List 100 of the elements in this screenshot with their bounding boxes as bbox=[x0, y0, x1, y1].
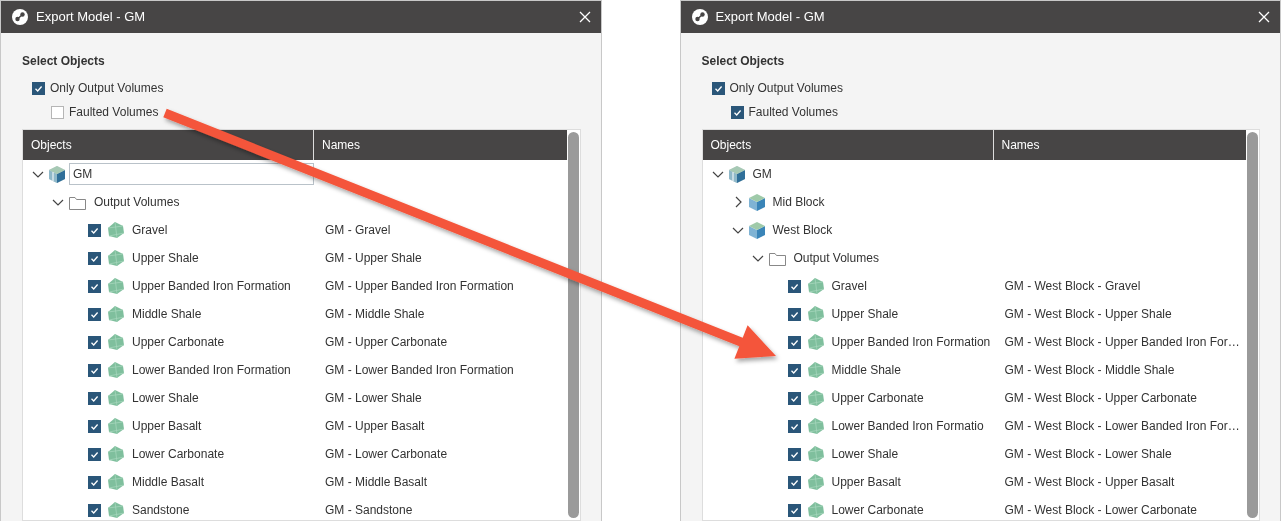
tree-item[interactable]: GM bbox=[69, 163, 314, 185]
volume-icon bbox=[107, 501, 125, 519]
tree-item[interactable]: Mid Block bbox=[768, 191, 829, 213]
tree-item[interactable]: Lower Shale bbox=[827, 443, 903, 465]
tree-item[interactable]: Upper Basalt bbox=[128, 415, 206, 437]
name-cell-text: GM - Upper Banded Iron Formation bbox=[324, 278, 514, 295]
checkbox[interactable] bbox=[88, 279, 101, 293]
tree-item[interactable]: GM bbox=[748, 163, 776, 185]
name-cell-text: GM - Upper Basalt bbox=[324, 418, 425, 435]
tree-item[interactable]: Middle Basalt bbox=[128, 471, 209, 493]
checkbox[interactable] bbox=[787, 307, 801, 321]
checkbox[interactable] bbox=[787, 335, 801, 349]
volume-icon bbox=[107, 277, 125, 295]
volume-icon bbox=[107, 389, 125, 407]
tree-item[interactable]: Upper Carbonate bbox=[827, 387, 928, 409]
tree-item[interactable]: Upper Banded Iron Formation bbox=[827, 331, 995, 353]
checkbox[interactable] bbox=[88, 419, 101, 433]
tree-item[interactable]: Upper Banded Iron Formation bbox=[128, 275, 295, 297]
volume-icon bbox=[806, 473, 825, 491]
checkbox[interactable] bbox=[711, 81, 725, 95]
name-cell-text: GM - West Block - Gravel bbox=[1003, 278, 1141, 295]
checkbox[interactable] bbox=[88, 447, 101, 461]
tree-item[interactable]: Middle Shale bbox=[827, 359, 905, 381]
column-header[interactable]: Names bbox=[993, 130, 1040, 160]
name-cell-text: GM - Middle Shale bbox=[324, 306, 425, 323]
model-icon bbox=[727, 164, 746, 184]
volume-icon bbox=[806, 389, 825, 407]
checkbox[interactable] bbox=[88, 391, 101, 405]
tree-item[interactable]: Output Volumes bbox=[789, 247, 883, 269]
close-icon[interactable] bbox=[578, 11, 591, 23]
tree-item[interactable]: Lower Shale bbox=[128, 387, 203, 409]
checkbox[interactable] bbox=[51, 105, 64, 119]
name-cell-text: GM - Middle Basalt bbox=[324, 474, 428, 491]
tree-item[interactable]: Output Volumes bbox=[90, 191, 184, 213]
checkbox-label: Only Output Volumes bbox=[50, 80, 164, 97]
volume-icon bbox=[107, 305, 125, 323]
checkbox[interactable] bbox=[32, 81, 45, 95]
name-cell-text: GM - Lower Carbonate bbox=[324, 446, 448, 463]
tree-item[interactable]: Upper Basalt bbox=[827, 471, 905, 493]
checkbox-label: Faulted Volumes bbox=[69, 104, 159, 121]
checkbox[interactable] bbox=[787, 447, 801, 461]
checkbox[interactable] bbox=[88, 251, 101, 265]
name-cell-text: GM - West Block - Lower Carbonate bbox=[1003, 502, 1197, 519]
volume-icon bbox=[806, 333, 825, 351]
name-cell-text: GM - Sandstone bbox=[324, 502, 413, 519]
name-cell-text: GM - West Block - Upper Banded Iron For… bbox=[1003, 334, 1240, 351]
name-cell-text: GM - West Block - Upper Carbonate bbox=[1003, 390, 1197, 407]
checkbox[interactable] bbox=[730, 105, 744, 119]
volume-icon bbox=[107, 417, 125, 435]
volume-icon bbox=[806, 361, 825, 379]
name-cell-text: GM - Lower Shale bbox=[324, 390, 422, 407]
tree-item[interactable]: Upper Carbonate bbox=[128, 331, 229, 353]
scrollbar[interactable] bbox=[1246, 130, 1259, 520]
model-icon bbox=[48, 164, 66, 184]
checkbox[interactable] bbox=[787, 475, 801, 489]
checkbox[interactable] bbox=[88, 335, 101, 349]
scrollbar[interactable] bbox=[566, 130, 580, 520]
tree-item[interactable]: Gravel bbox=[827, 275, 871, 297]
tree-item[interactable]: Upper Shale bbox=[827, 303, 903, 325]
volume-icon bbox=[806, 501, 825, 519]
checkbox[interactable] bbox=[787, 391, 801, 405]
tree-item[interactable]: Gravel bbox=[128, 219, 172, 241]
volume-icon bbox=[107, 445, 125, 463]
checkbox[interactable] bbox=[787, 503, 801, 517]
tree-item[interactable]: Middle Shale bbox=[128, 303, 206, 325]
name-cell-text: GM - West Block - Lower Banded Iron For… bbox=[1003, 418, 1240, 435]
tree-item[interactable]: West Block bbox=[768, 219, 837, 241]
checkbox[interactable] bbox=[787, 419, 801, 433]
checkbox-label: Faulted Volumes bbox=[748, 104, 838, 121]
checkbox[interactable] bbox=[88, 223, 101, 237]
name-cell-text: GM - Upper Carbonate bbox=[324, 334, 448, 351]
volume-icon bbox=[806, 417, 825, 435]
tree-item[interactable]: Lower Banded Iron Formation bbox=[128, 359, 295, 381]
close-icon[interactable] bbox=[1258, 11, 1270, 23]
checkbox[interactable] bbox=[787, 279, 801, 293]
checkbox[interactable] bbox=[88, 307, 101, 321]
name-cell-text: GM - Lower Banded Iron Formation bbox=[324, 362, 514, 379]
checkbox-label: Only Output Volumes bbox=[729, 80, 843, 97]
tree-item[interactable]: Sandstone bbox=[128, 499, 194, 520]
name-cell-text: GM - Upper Shale bbox=[324, 250, 422, 267]
column-header[interactable]: Names bbox=[314, 130, 360, 160]
volume-icon bbox=[107, 333, 125, 351]
checkbox[interactable] bbox=[88, 475, 101, 489]
app-icon bbox=[690, 8, 709, 26]
column-header[interactable]: Objects bbox=[702, 130, 994, 160]
volume-icon bbox=[107, 221, 125, 239]
window-title: Export Model - GM bbox=[36, 8, 147, 27]
section-heading: Select Objects bbox=[701, 53, 786, 69]
checkbox[interactable] bbox=[88, 363, 101, 377]
tree-item[interactable]: Lower Carbonate bbox=[827, 499, 928, 520]
name-cell-text: GM - West Block - Upper Basalt bbox=[1003, 474, 1175, 491]
tree-item[interactable]: Upper Shale bbox=[128, 247, 203, 269]
block-icon bbox=[747, 192, 766, 212]
checkbox[interactable] bbox=[88, 503, 101, 517]
volume-icon bbox=[107, 361, 125, 379]
tree-item[interactable]: Lower Carbonate bbox=[128, 443, 229, 465]
volume-icon bbox=[107, 473, 125, 491]
checkbox[interactable] bbox=[787, 363, 801, 377]
block-icon bbox=[747, 220, 766, 240]
tree-item[interactable]: Lower Banded Iron Formatio bbox=[827, 415, 988, 437]
